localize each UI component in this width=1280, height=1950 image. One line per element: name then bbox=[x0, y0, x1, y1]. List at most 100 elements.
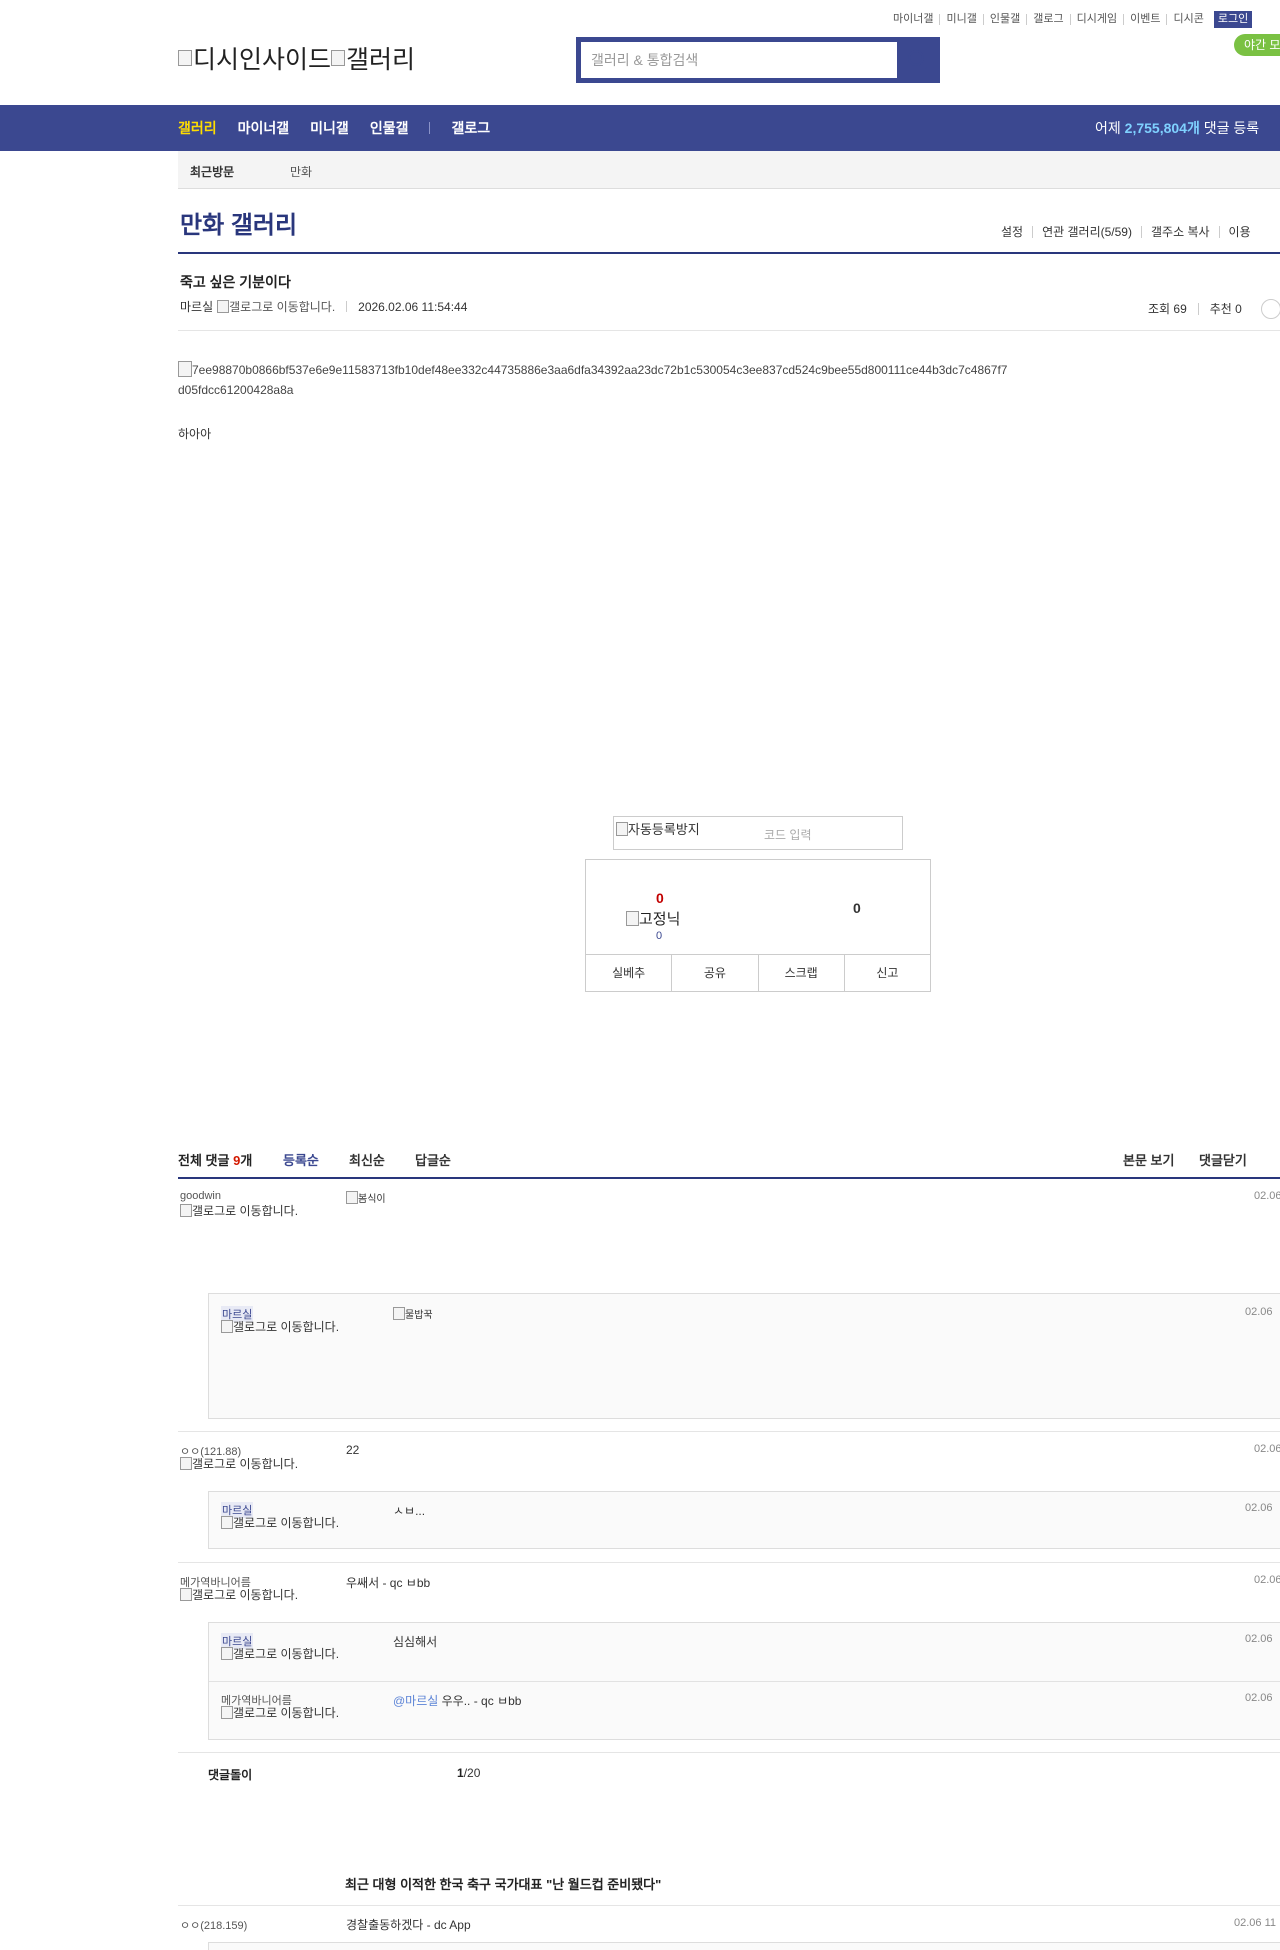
list-comment-nick[interactable]: ㅇㅇ(218.159) bbox=[180, 1917, 247, 1933]
reply-item bbox=[208, 1942, 1280, 1950]
comment-total-unit: 개 bbox=[240, 1153, 253, 1168]
toplink-dcgame[interactable]: 디시게임 bbox=[1069, 14, 1123, 25]
broken-image-icon bbox=[346, 1191, 358, 1204]
share-button[interactable]: 공유 bbox=[671, 955, 757, 991]
gnb-minor[interactable]: 마이너갤 bbox=[238, 118, 290, 138]
logo-text-gallery: 갤러리 bbox=[346, 45, 416, 74]
reply-text-body: 우우.. - qc ㅂbb bbox=[438, 1694, 522, 1708]
reply-gallog-link[interactable]: 갤로그로 이동합니다. bbox=[221, 1647, 351, 1660]
gallog-alt-text: 갤로그로 이동합니다. bbox=[233, 1516, 340, 1530]
gnb-mini[interactable]: 미니갤 bbox=[310, 118, 349, 138]
broken-image-icon bbox=[180, 1204, 192, 1217]
close-comments-link[interactable]: 댓글닫기 bbox=[1199, 1150, 1247, 1169]
stat-count: 2,755,804개 bbox=[1124, 120, 1200, 136]
sort-latest[interactable]: 최신순 bbox=[349, 1150, 385, 1169]
reply-mention[interactable]: @마르실 bbox=[393, 1694, 438, 1708]
more-options-button[interactable] bbox=[1260, 299, 1280, 319]
global-nav-bar: 갤러리 마이너갤 미니갤 인물갤 갤로그 어제 2,755,804개 댓글 등록 bbox=[0, 105, 1280, 151]
gnb-gallery[interactable]: 갤러리 bbox=[178, 118, 217, 138]
broken-image-icon bbox=[331, 50, 346, 66]
copy-gallery-address-link[interactable]: 갤주소 복사 bbox=[1140, 226, 1219, 238]
comment-text: 우쌔서 - qc ㅂbb bbox=[346, 1576, 431, 1590]
post-image-alt-1: 7ee98870b0866bf537e6e9e11583713fb10def48… bbox=[192, 363, 1008, 377]
toplink-dccon[interactable]: 디시콘 bbox=[1166, 14, 1209, 25]
broken-image-icon bbox=[178, 361, 192, 377]
sort-replies[interactable]: 답글순 bbox=[415, 1150, 451, 1169]
reply-list: 마르실 갤로그로 이동합니다. 심심해서 02.06 메가역바니어름 갤로그로 … bbox=[208, 1622, 1280, 1740]
post-author[interactable]: 마르실 bbox=[180, 298, 213, 315]
gallog-alt-text: 갤로그로 이동합니다. bbox=[192, 1457, 299, 1471]
cleanbot-label[interactable]: 댓글돌이 bbox=[208, 1766, 252, 1783]
sort-registered[interactable]: 등록순 bbox=[283, 1150, 319, 1169]
recommend-box: 0 고정닉 0 0 실베추 공유 스크랩 신고 bbox=[585, 859, 931, 992]
gnb-gallog[interactable]: 갤로그 bbox=[451, 118, 490, 138]
search-button[interactable] bbox=[899, 40, 937, 80]
toplink-gallog[interactable]: 갤로그 bbox=[1026, 14, 1069, 25]
comment-gallog-link[interactable]: 갤로그로 이동합니다. bbox=[180, 1204, 310, 1217]
gallog-alt-text: 갤로그로 이동합니다. bbox=[233, 1320, 340, 1334]
page-current[interactable]: 1 bbox=[457, 1766, 464, 1780]
top-utility-links: 마이너갤 미니갤 인물갤 갤로그 디시게임 이벤트 디시콘 로그인 bbox=[893, 11, 1253, 28]
gallog-alt-text: 갤로그로 이동합니다. bbox=[233, 1647, 340, 1661]
comment-gallog-link[interactable]: 갤로그로 이동합니다. bbox=[180, 1457, 310, 1470]
reply-text: @마르실 우우.. - qc ㅂbb bbox=[393, 1692, 521, 1709]
downvote-count[interactable]: 0 bbox=[853, 900, 861, 916]
post-date: 2026.02.06 11:54:44 bbox=[358, 299, 468, 314]
toplink-minor[interactable]: 마이너갤 bbox=[893, 14, 939, 25]
gallog-alt-text: 갤로그로 이동합니다. bbox=[192, 1588, 299, 1602]
stat-suffix: 댓글 등록 bbox=[1203, 120, 1260, 136]
comment-item: ㅇㅇ(121.88) 갤로그로 이동합니다. 22 02.06 bbox=[178, 1432, 1280, 1490]
gnb-person[interactable]: 인물갤 bbox=[370, 118, 409, 138]
night-mode-button[interactable]: 야간 모드 bbox=[1234, 34, 1280, 56]
broken-image-icon bbox=[221, 1320, 233, 1333]
broken-image-icon bbox=[221, 1706, 233, 1719]
site-logo[interactable]: 디시인사이드 갤러리 bbox=[178, 40, 415, 76]
recent-visit-item[interactable]: 만화 bbox=[290, 163, 312, 180]
post-stats: 조회 69 추천 0 bbox=[1137, 299, 1280, 319]
meta-divider bbox=[346, 301, 348, 312]
broken-image-icon bbox=[221, 1647, 233, 1660]
broken-image-icon bbox=[217, 300, 230, 313]
related-gallery-link[interactable]: 연관 갤러리(5/59) bbox=[1032, 226, 1141, 238]
gnb-divider bbox=[429, 122, 431, 134]
comment-item: goodwin 갤로그로 이동합니다. 봄식이 02.06 bbox=[178, 1180, 1280, 1290]
login-button[interactable]: 로그인 bbox=[1213, 11, 1253, 28]
usage-link[interactable]: 이용 bbox=[1218, 226, 1260, 238]
title-divider bbox=[178, 252, 1280, 254]
author-gallog-link[interactable]: 갤로그로 이동합니다. bbox=[217, 298, 335, 315]
reply-item: 마르실 갤로그로 이동합니다. ㅅㅂ... 02.06 bbox=[208, 1491, 1280, 1549]
comment-paging: 1/20 bbox=[457, 1766, 480, 1780]
reply-gallog-link[interactable]: 갤로그로 이동합니다. bbox=[221, 1516, 351, 1529]
toplink-person[interactable]: 인물갤 bbox=[982, 14, 1026, 25]
gallery-title[interactable]: 만화 갤러리 bbox=[180, 205, 297, 240]
comments-divider bbox=[178, 1177, 1280, 1179]
page-total: /20 bbox=[463, 1766, 481, 1780]
reply-gallog-link[interactable]: 갤로그로 이동합니다. bbox=[221, 1320, 351, 1333]
settings-link[interactable]: 설정 bbox=[1001, 226, 1032, 238]
gallog-alt-text: 갤로그로 이동합니다. bbox=[229, 300, 336, 314]
dccon-alt-text: 물밥꾹 bbox=[405, 1310, 433, 1321]
view-post-link[interactable]: 본문 보기 bbox=[1123, 1150, 1174, 1169]
toplink-mini[interactable]: 미니갤 bbox=[939, 14, 982, 25]
comment-total: 전체 댓글 9개 bbox=[178, 1150, 252, 1169]
recommend-action-row: 실베추 공유 스크랩 신고 bbox=[586, 954, 930, 991]
scrap-button[interactable]: 스크랩 bbox=[757, 955, 844, 991]
broken-image-icon bbox=[616, 822, 628, 836]
comment-gallog-link[interactable]: 갤로그로 이동합니다. bbox=[180, 1588, 310, 1601]
post-header-divider bbox=[178, 330, 1280, 331]
comments-header: 전체 댓글 9개 등록순 최신순 답글순 본문 보기 댓글닫기 bbox=[178, 1150, 1280, 1180]
broken-image-icon bbox=[393, 1307, 405, 1320]
toplink-event[interactable]: 이벤트 bbox=[1123, 14, 1166, 25]
reply-text: ㅅㅂ... bbox=[393, 1504, 426, 1518]
news-headline[interactable]: 최근 대형 이적한 한국 축구 국가대표 "난 월드컵 준비됐다" bbox=[345, 1874, 661, 1893]
comment-nick[interactable]: goodwin bbox=[180, 1190, 221, 1202]
upvote-count[interactable]: 0 bbox=[656, 890, 664, 906]
reply-date: 02.06 bbox=[1245, 1633, 1273, 1645]
report-button[interactable]: 신고 bbox=[843, 955, 930, 991]
reply-text: 심심해서 bbox=[393, 1635, 438, 1649]
captcha-code-input[interactable]: 코드 입력 bbox=[764, 826, 812, 843]
search-input[interactable]: 갤러리 & 통합검색 bbox=[581, 42, 897, 78]
best-recommend-button[interactable]: 실베추 bbox=[586, 955, 671, 991]
comment-date: 02.06 bbox=[1254, 1190, 1280, 1202]
reply-gallog-link[interactable]: 갤로그로 이동합니다. bbox=[221, 1706, 351, 1719]
